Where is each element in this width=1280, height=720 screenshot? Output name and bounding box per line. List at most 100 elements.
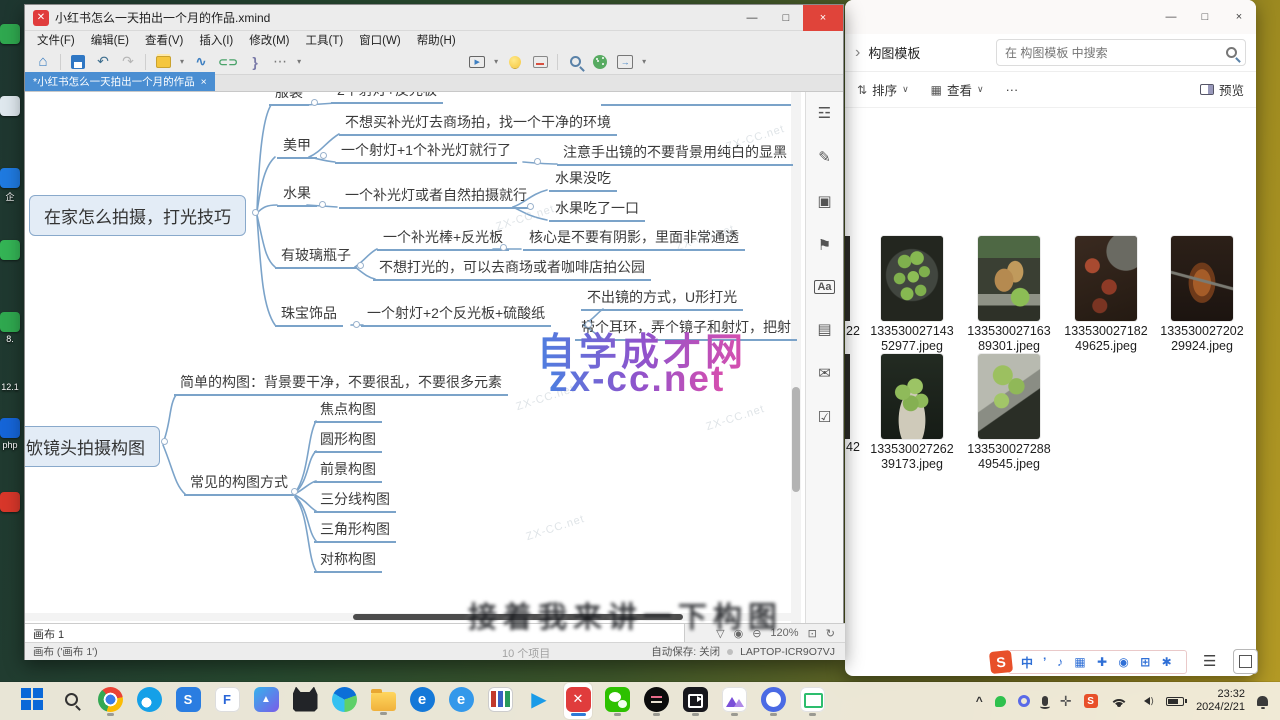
sheet-icon[interactable] [155,52,171,72]
tab-close-icon[interactable]: × [201,76,207,88]
gadget-menu-icon[interactable]: ☰ [1203,652,1216,670]
comment-icon[interactable]: ✉ [818,364,831,382]
collapse-handle[interactable] [319,201,326,208]
home-icon[interactable]: ⌂ [35,52,51,72]
tray-green-app-icon[interactable] [995,696,1006,707]
panel-icon[interactable] [532,52,548,72]
breadcrumb-chevron-icon[interactable]: › [855,44,860,62]
taskbar-chrome[interactable] [96,683,124,719]
taskbar-2345-browser[interactable]: e [408,683,436,719]
collapse-handle[interactable] [527,203,534,210]
summary-icon[interactable]: } [247,52,263,72]
tray-ring-app-icon[interactable] [1018,695,1030,707]
collapse-handle[interactable] [252,209,259,216]
taskbar-xmind-active[interactable]: ✕ [564,683,592,719]
close-button[interactable]: × [803,5,843,31]
taskbar-cat-app[interactable] [291,683,319,719]
topic-triangle-composition[interactable]: 三角形构图 [314,520,396,543]
start-button[interactable] [18,683,46,719]
input-mode-chinese[interactable]: 中 [1021,654,1033,671]
sort-button[interactable]: ⇅ 排序 ∨ [857,80,909,99]
topic-fruit-tip[interactable]: 一个补光灯或者自然拍摄就行 [339,186,533,209]
taskbar-sogou-browser[interactable]: S [174,683,202,719]
redo-icon[interactable]: ↷ [120,52,136,72]
preview-toggle-button[interactable]: 预览 [1200,80,1244,99]
undo-icon[interactable]: ↶ [95,52,111,72]
file-name[interactable]: 13353002718249625.jpeg [1060,324,1152,354]
topic-focus-composition[interactable]: 焦点构图 [314,400,382,423]
search-input[interactable] [1005,46,1220,60]
sheet-caret-icon[interactable]: ▾ [180,57,184,66]
menu-view[interactable]: 查看(V) [145,32,183,48]
menu-insert[interactable]: 插入(I) [199,32,233,48]
taskbar-mubu-app[interactable] [720,683,748,719]
topic-clothing[interactable]: 服装 [269,92,309,106]
menu-file[interactable]: 文件(F) [37,32,75,48]
format-brush-icon[interactable]: ✎ [818,148,831,166]
label-icon[interactable]: Aa [814,280,834,294]
save-icon[interactable] [70,52,86,72]
taskbar-qq-browser[interactable] [135,683,163,719]
volume-icon[interactable]: ⟩ [1140,696,1155,707]
file-thumbnail[interactable] [1171,236,1233,321]
topic-glass-tip1[interactable]: 一个补光棒+反光板 [377,228,509,251]
notes-icon[interactable]: ▤ [817,320,831,338]
file-name[interactable]: 13353002716389301.jpeg [963,324,1055,354]
boundary-icon[interactable]: ⊂⊃ [218,52,238,72]
minimize-button[interactable]: — [1154,0,1188,34]
breadcrumb[interactable]: 构图模板 [868,43,920,62]
topic-nails-note[interactable]: 注意手出镜的不要背景用纯白的显黑 [557,143,793,166]
maximize-button[interactable]: □ [1188,0,1222,34]
taskbar-ie-browser[interactable]: e [447,683,475,719]
topic-jewelry-noface[interactable]: 不出镜的方式，U形打光 [581,288,743,311]
topic-common-compositions[interactable]: 常见的构图方式 [184,473,294,496]
collapse-handle[interactable] [291,488,298,495]
menu-tools[interactable]: 工具(T) [305,32,343,48]
tray-sogou-icon[interactable]: S [1084,694,1098,708]
root-topic-lighting[interactable]: 在家怎么拍摄，打光技巧 [29,195,246,236]
collapse-handle[interactable] [161,438,168,445]
more-tools-icon[interactable]: ⋯ [272,52,288,72]
relationship-icon[interactable]: ∿ [193,52,209,72]
more-caret-icon[interactable]: ▾ [297,57,301,66]
export-caret-icon[interactable]: ▾ [642,57,646,66]
file-name[interactable]: 13353002726239173.jpeg [866,442,958,472]
taskbar-edge[interactable] [330,683,358,719]
collapse-handle[interactable] [357,262,364,269]
battery-icon[interactable] [1166,697,1184,706]
presentation-icon[interactable]: ▶ [469,56,485,68]
wifi-icon[interactable] [1110,695,1128,707]
search-box[interactable] [996,39,1246,66]
share-icon[interactable] [592,52,608,72]
task-icon[interactable]: ☑ [818,408,831,426]
mindmap-canvas[interactable]: ZX-CC.net ZX-CC.net ZX-CC.net ZX-CC.net … [25,92,807,623]
vertical-scrollbar[interactable] [791,92,801,623]
topic-nails-tip1[interactable]: 不想买补光灯去商场拍，找一个干净的环境 [339,113,617,136]
menu-edit[interactable]: 编辑(E) [91,32,129,48]
taskbar-screen-recorder[interactable] [681,683,709,719]
presentation-caret-icon[interactable]: ▾ [494,57,498,66]
root-topic-composition[interactable]: 欨镜头拍摄构图 [25,426,160,467]
file-thumbnail[interactable] [978,354,1040,439]
topic-fruit-bitten[interactable]: 水果吃了一口 [549,199,645,222]
collapse-handle[interactable] [311,99,318,106]
topic-symmetry-composition[interactable]: 对称构图 [314,550,382,573]
taskbar-winrar[interactable] [486,683,514,719]
taskbar-black-app[interactable] [642,683,670,719]
tray-microphone-icon[interactable] [1042,696,1048,706]
view-button[interactable]: ▦ 查看 ∨ [931,80,984,99]
tray-gamepad-icon[interactable]: ✛ [1060,693,1072,710]
topic-nails[interactable]: 美甲 [277,136,317,159]
menu-window[interactable]: 窗口(W) [359,32,401,48]
topic-fruit[interactable]: 水果 [277,184,317,207]
taskbar-file-explorer[interactable] [369,683,397,719]
maximize-button[interactable]: □ [769,5,803,31]
tray-expand-chevron[interactable]: ^ [976,694,983,708]
sticker-icon[interactable]: ▣ [817,192,831,210]
collapse-handle[interactable] [353,321,360,328]
topic-jewelry[interactable]: 珠宝饰品 [275,304,343,327]
taskbar-player[interactable]: ▶ [525,683,553,719]
topic-simple-composition[interactable]: 简单的构图：背景要干净，不要很乱，不要很多元素 [174,373,508,396]
vertical-scrollbar-thumb[interactable] [792,387,800,492]
topic-jewelry-tip[interactable]: 一个射灯+2个反光板+硫酸纸 [361,304,551,327]
